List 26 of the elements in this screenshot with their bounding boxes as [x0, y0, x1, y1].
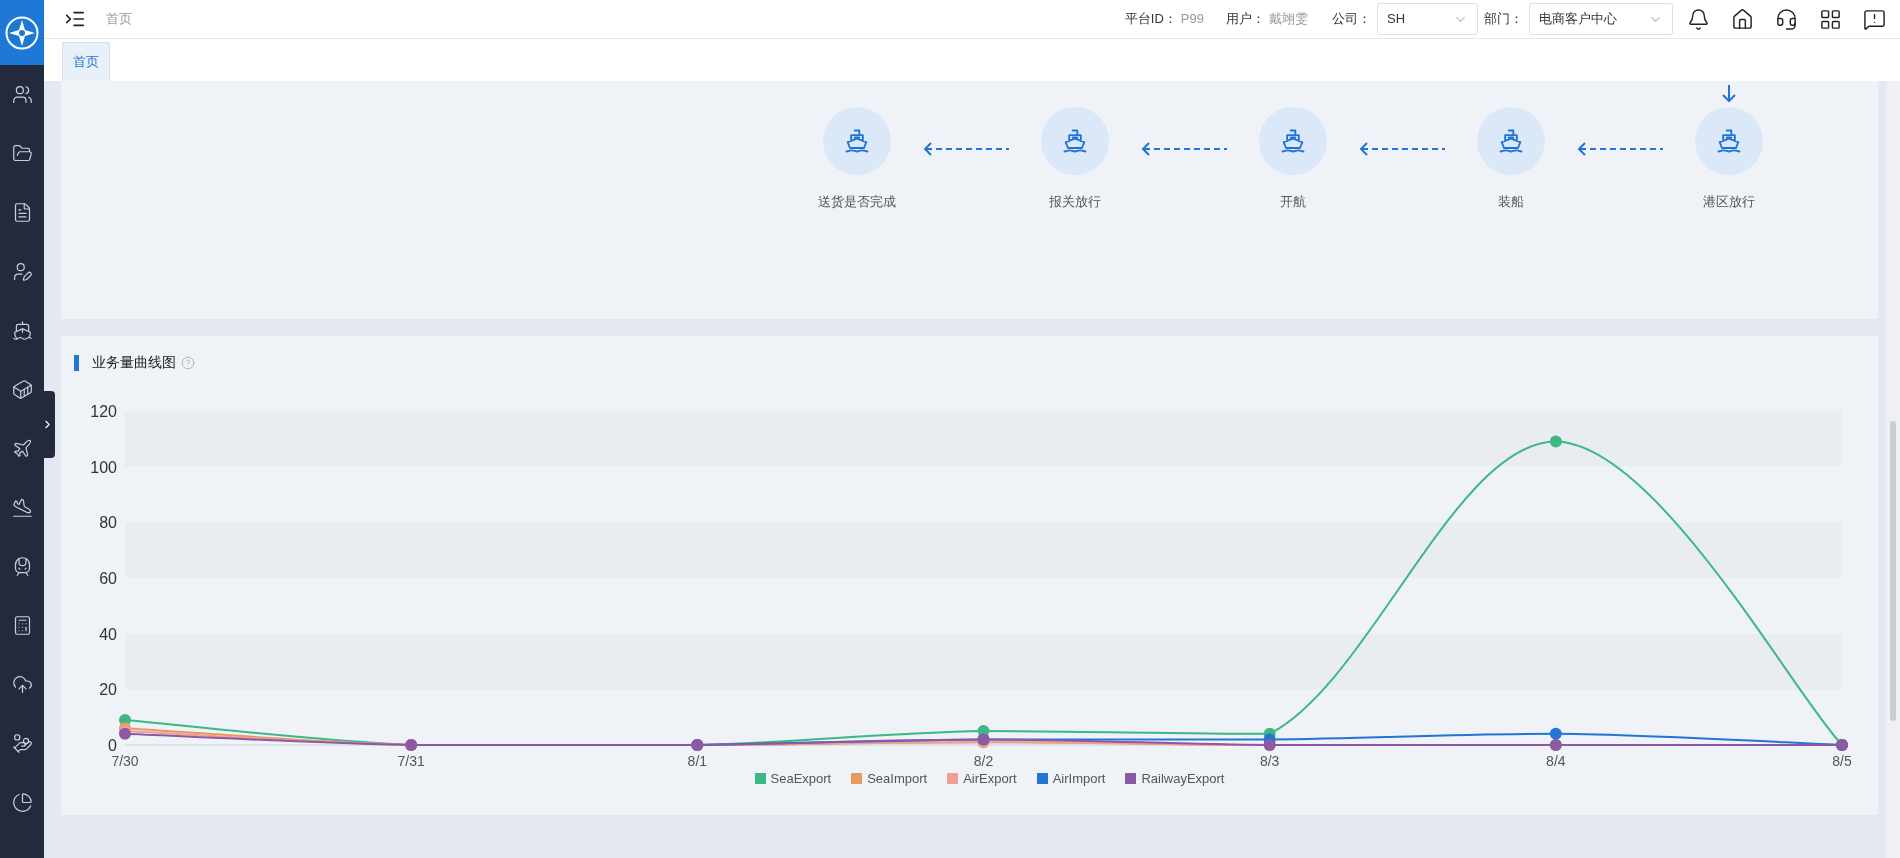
y-tick-label: 20 — [99, 681, 117, 699]
step-label: 港区放行 — [1703, 193, 1755, 211]
y-tick-label: 60 — [99, 570, 117, 587]
chart-title: 业务量曲线图 — [92, 353, 176, 372]
platform-id: P99 — [1180, 10, 1204, 29]
x-tick-label: 8/3 — [1259, 753, 1280, 769]
y-tick-label: 0 — [108, 737, 117, 754]
y-tick-label: 40 — [99, 625, 117, 643]
step-label: 送货是否完成 — [818, 193, 896, 211]
x-tick-label: 8/2 — [973, 753, 994, 769]
company-label: 公司： — [1332, 10, 1371, 29]
step-label: 装船 — [1498, 193, 1524, 211]
x-tick-label: 7/30 — [111, 753, 139, 769]
x-tick-label: 8/5 — [1832, 753, 1852, 769]
x-tick-label: 7/31 — [397, 753, 425, 769]
platform-label: 平台ID： — [1124, 10, 1177, 29]
step-label: 报关放行 — [1049, 193, 1101, 211]
user-name: 戴翊雯 — [1269, 10, 1308, 29]
x-tick-label: 8/1 — [687, 753, 708, 769]
y-tick-label: 100 — [90, 458, 117, 476]
y-tick-label: 80 — [99, 514, 117, 532]
department-label: 部门： — [1484, 10, 1523, 29]
x-tick-label: 8/4 — [1546, 753, 1566, 769]
user-label: 用户： — [1226, 10, 1265, 29]
y-tick-label: 120 — [90, 403, 117, 420]
step-label: 开航 — [1280, 193, 1306, 211]
